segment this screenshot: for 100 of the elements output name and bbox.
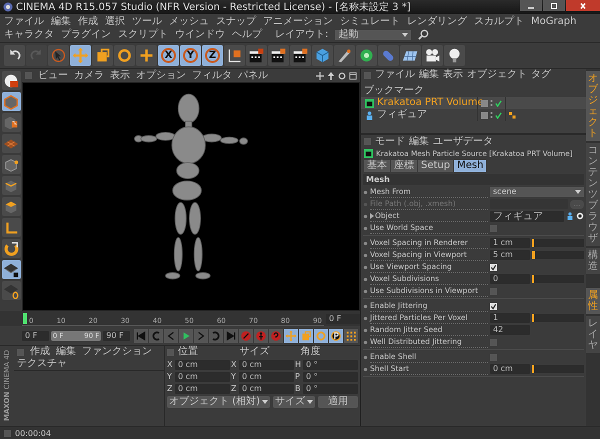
menu-item[interactable]: 編集 [419, 69, 439, 81]
coordinate-field[interactable]: 0 cm [239, 372, 294, 382]
checkbox[interactable] [490, 264, 497, 270]
keyframe-dot-icon[interactable] [363, 240, 368, 246]
key-position-button[interactable] [284, 328, 298, 342]
next-frame-button[interactable] [194, 328, 208, 342]
play-button[interactable] [179, 328, 193, 342]
model-mode-button[interactable] [2, 92, 20, 111]
menu-item[interactable]: 編集 [409, 136, 429, 148]
current-frame-field[interactable]: 0 F [326, 314, 360, 324]
menu-item[interactable]: ツール [132, 15, 162, 28]
layout-dropdown[interactable]: 起動 [335, 30, 412, 40]
menu-item[interactable]: ブックマーク [364, 85, 424, 97]
rotate-tool-button[interactable] [114, 45, 135, 66]
menu-item[interactable]: ファンクション [82, 346, 152, 358]
menu-item[interactable]: シミュレート [340, 15, 400, 28]
maximize-icon[interactable] [349, 72, 357, 80]
close-button[interactable] [566, 0, 600, 11]
pick-target-icon[interactable] [576, 212, 584, 220]
texture-mode-button[interactable] [2, 113, 20, 132]
coordinate-field[interactable]: 0 ° [303, 372, 358, 382]
menu-item[interactable]: タグ [531, 69, 551, 81]
axis-lock-button[interactable]: Y [180, 45, 201, 66]
coordinate-field[interactable]: 0 cm [175, 372, 230, 382]
last-tool-button[interactable] [136, 45, 157, 66]
menu-item[interactable]: メッシュ [169, 15, 209, 28]
to-end-button[interactable] [224, 328, 238, 342]
menu-item[interactable]: 表示 [443, 69, 463, 81]
menu-item[interactable]: アニメーション [263, 15, 333, 28]
keyframe-dot-icon[interactable] [363, 190, 368, 194]
render-settings-button[interactable] [290, 45, 311, 66]
undo-button[interactable] [4, 45, 25, 66]
3d-viewport[interactable] [22, 82, 360, 311]
keyframe-dot-icon[interactable] [363, 340, 368, 344]
checkbox[interactable] [490, 224, 497, 232]
axis-mode-button[interactable] [2, 218, 20, 237]
key-help-button[interactable] [269, 328, 283, 342]
coordinate-field[interactable]: 0 ° [303, 384, 358, 394]
rotate-icon[interactable] [338, 72, 346, 80]
menu-item[interactable]: スカルプト [474, 15, 524, 28]
checkbox[interactable] [490, 302, 497, 310]
keyframe-dot-icon[interactable] [363, 304, 368, 308]
tab[interactable]: Mesh [454, 160, 486, 172]
number-field[interactable]: 5 cm [490, 250, 530, 260]
key-param-button[interactable] [329, 328, 343, 342]
keyframe-dot-icon[interactable] [363, 276, 368, 282]
menu-item[interactable]: カメラ [74, 70, 104, 82]
search-icon[interactable] [418, 29, 430, 40]
snap-button[interactable] [2, 239, 20, 258]
menu-item[interactable]: パネル [238, 70, 268, 82]
tag-icon[interactable] [509, 112, 516, 118]
key-rotation-button[interactable] [314, 328, 328, 342]
points-mode-button[interactable] [2, 155, 20, 174]
axis-lock-button[interactable]: Z [202, 45, 223, 66]
keyframe-dot-icon[interactable] [363, 354, 368, 360]
checkbox[interactable] [490, 354, 497, 360]
select-tool-button[interactable] [48, 45, 69, 66]
maximize-button[interactable] [543, 0, 565, 11]
menu-item[interactable]: 作成 [30, 346, 50, 358]
polygons-mode-button[interactable] [2, 197, 20, 216]
keyframe-dot-icon[interactable] [363, 328, 368, 332]
pan-icon[interactable] [316, 72, 324, 80]
number-field[interactable]: 0 [490, 274, 530, 284]
number-field[interactable]: 1 [490, 313, 530, 323]
display-mode-button[interactable] [2, 71, 20, 90]
auto-key-button[interactable] [254, 328, 268, 342]
menu-item[interactable]: 編集 [51, 15, 71, 28]
render-button[interactable] [268, 45, 289, 66]
number-field[interactable]: 0 cm [490, 364, 530, 374]
workplane-button[interactable] [2, 134, 20, 153]
menu-item[interactable]: キャラクタ [4, 28, 54, 41]
menu-item[interactable]: スナップ [216, 15, 256, 28]
side-tab[interactable]: レイヤ [586, 316, 600, 353]
render-view-button[interactable] [246, 45, 267, 66]
check-icon[interactable] [495, 112, 502, 118]
coordinate-field[interactable]: 0 cm [175, 384, 230, 394]
key-scale-button[interactable] [299, 328, 313, 342]
object-link-field[interactable]: フィギュア [490, 210, 564, 222]
keyframe-dot-icon[interactable] [363, 226, 368, 230]
arrow-icon[interactable] [327, 72, 335, 80]
number-field[interactable]: 1 cm [490, 238, 530, 248]
side-tab[interactable]: 属性 [586, 288, 600, 314]
to-start-button[interactable] [134, 328, 148, 342]
menu-item[interactable]: 作成 [78, 15, 98, 28]
menu-item[interactable]: 選択 [105, 15, 125, 28]
edges-mode-button[interactable] [2, 176, 20, 195]
menu-item[interactable]: テクスチャ [17, 358, 67, 370]
workplane-grid-button[interactable] [2, 281, 20, 300]
coordinate-field[interactable]: 0 cm [239, 384, 294, 394]
keyframe-dot-icon[interactable] [363, 316, 368, 320]
tab[interactable]: 基本 [364, 160, 390, 172]
prev-key-button[interactable] [149, 328, 163, 342]
keyframe-dot-icon[interactable] [363, 214, 368, 218]
scale-tool-button[interactable] [92, 45, 113, 66]
menu-item[interactable]: ファイル [375, 69, 415, 81]
menu-item[interactable]: 表示 [110, 70, 130, 82]
visibility-dots-icon[interactable] [490, 99, 493, 107]
coordinate-field[interactable]: 0 cm [239, 360, 294, 370]
mesh-source-dropdown[interactable]: scene [490, 187, 584, 197]
side-tab[interactable]: コンテンツブラウザ [586, 143, 600, 246]
